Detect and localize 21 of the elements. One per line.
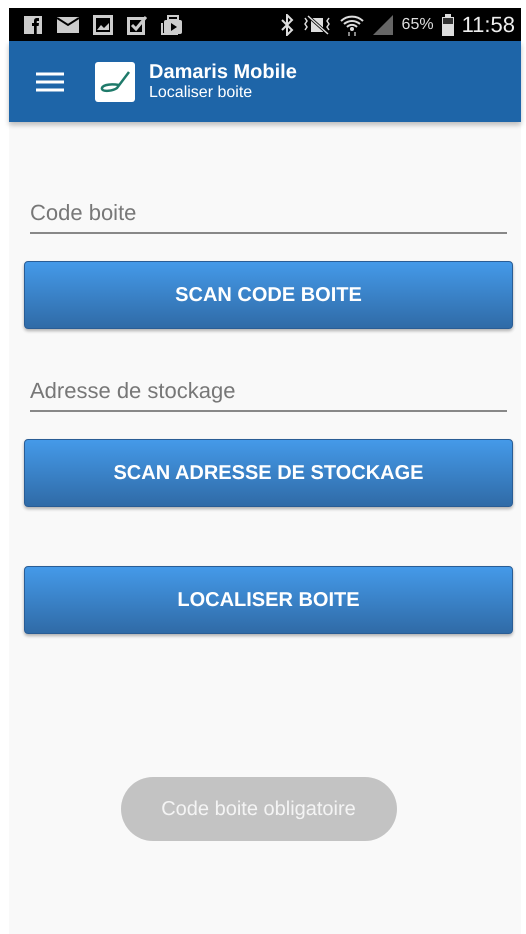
media-icon [161,14,183,34]
wifi-icon [340,12,364,36]
bluetooth-icon [280,14,294,36]
battery-icon [442,14,454,36]
input-field[interactable]: Code boite [30,196,507,234]
battery-percent: 65% [402,16,434,34]
clock: 11:58 [462,12,515,38]
input-field[interactable]: Adresse de stockage [30,374,507,412]
image-icon [93,14,113,34]
menu-icon[interactable] [36,72,64,92]
action-button[interactable]: LOCALISER BOITE [24,566,513,634]
logo-icon [95,62,135,102]
mail-icon [57,16,79,32]
mute-icon [302,14,332,34]
screen-subtitle: Localiser boite [149,84,254,102]
app-title: Damaris Mobile [149,61,297,84]
checkbox-icon [127,14,147,34]
action-button[interactable]: SCAN CODE BOITE [24,261,513,329]
facebook-icon [23,14,43,34]
action-button[interactable]: SCAN ADRESSE DE STOCKAGE [24,439,513,507]
signal-icon [372,14,394,36]
